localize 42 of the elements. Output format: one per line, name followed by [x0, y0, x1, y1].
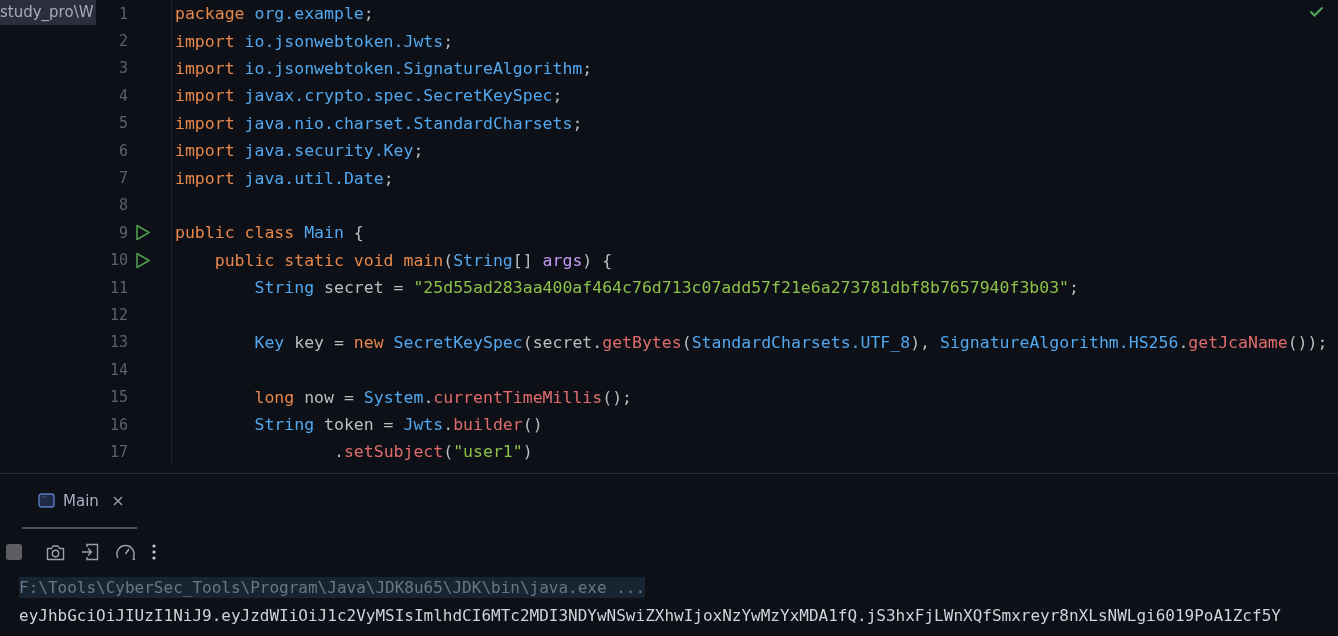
console-output: eyJhbGciOiJIUzI1NiJ9.eyJzdWIiOiJ1c2VyMSIsImlhdCI6MTc2MDI3NDYwNSwiZXhwIjoxNzYwMzYxMDA1fQ.jS3hxFjLWnXQfSmxreyr8nXLsNWLgi6019PoA1Zcf5Y [19, 605, 1281, 625]
run-tab[interactable]: Main [22, 474, 137, 529]
line-number: 15 [108, 388, 128, 407]
code-line: import javax.crypto.spec.SecretKeySpec; [175, 86, 563, 106]
line-number: 2 [117, 32, 128, 51]
code-line: import io.jsonwebtoken.Jwts; [175, 31, 454, 51]
line-number: 4 [117, 86, 128, 105]
camera-icon[interactable] [46, 543, 65, 561]
gauge-icon[interactable] [115, 543, 136, 561]
line-number: 9 [117, 223, 128, 242]
enter-icon[interactable] [81, 543, 99, 561]
code-line: String secret = "25d55ad283aa400af464c76d713c07add57f21e6a273781dbf8b7657940f3b03"; [253, 278, 1079, 298]
line-number: 12 [108, 306, 128, 324]
line-number: 13 [108, 333, 128, 352]
code-line: package org.example; [175, 4, 374, 24]
code-line: .setSubject("user1") [332, 442, 533, 462]
run-icon[interactable] [135, 251, 151, 269]
line-number: 8 [117, 196, 128, 215]
more-icon[interactable] [152, 544, 156, 560]
run-icon[interactable] [135, 224, 151, 242]
console-icon [38, 493, 55, 508]
code-line: String token = Jwts.builder() [253, 415, 543, 435]
code-line: import io.jsonwebtoken.SignatureAlgorithm; [175, 58, 593, 78]
line-number: 11 [108, 278, 128, 297]
code-line: import java.util.Date; [175, 168, 394, 188]
line-number: 3 [117, 59, 128, 78]
line-number: 6 [117, 141, 128, 160]
line-number: 16 [108, 415, 128, 434]
code-line: long now = System.currentTimeMillis(); [253, 387, 632, 407]
breadcrumb-path[interactable]: study_pro\W [0, 0, 96, 25]
line-number: 17 [108, 442, 128, 461]
checkmark-icon[interactable] [1309, 6, 1324, 17]
code-line: Key key = new SecretKeySpec(secret.getBytes(StandardCharsets.UTF_8), SignatureAlgorithm.HS256.getJcaName()); [253, 332, 1328, 352]
close-icon[interactable] [112, 495, 123, 506]
line-number: 14 [108, 360, 128, 379]
line-number: 10 [108, 251, 128, 270]
line-number: 7 [117, 169, 128, 188]
line-number: 5 [117, 114, 128, 133]
code-line: import java.security.Key; [175, 141, 424, 161]
code-line: public static void main(String[] args) { [213, 250, 613, 270]
code-line: import java.nio.charset.StandardCharsets; [175, 113, 583, 133]
code-line: public class Main { [175, 223, 364, 243]
